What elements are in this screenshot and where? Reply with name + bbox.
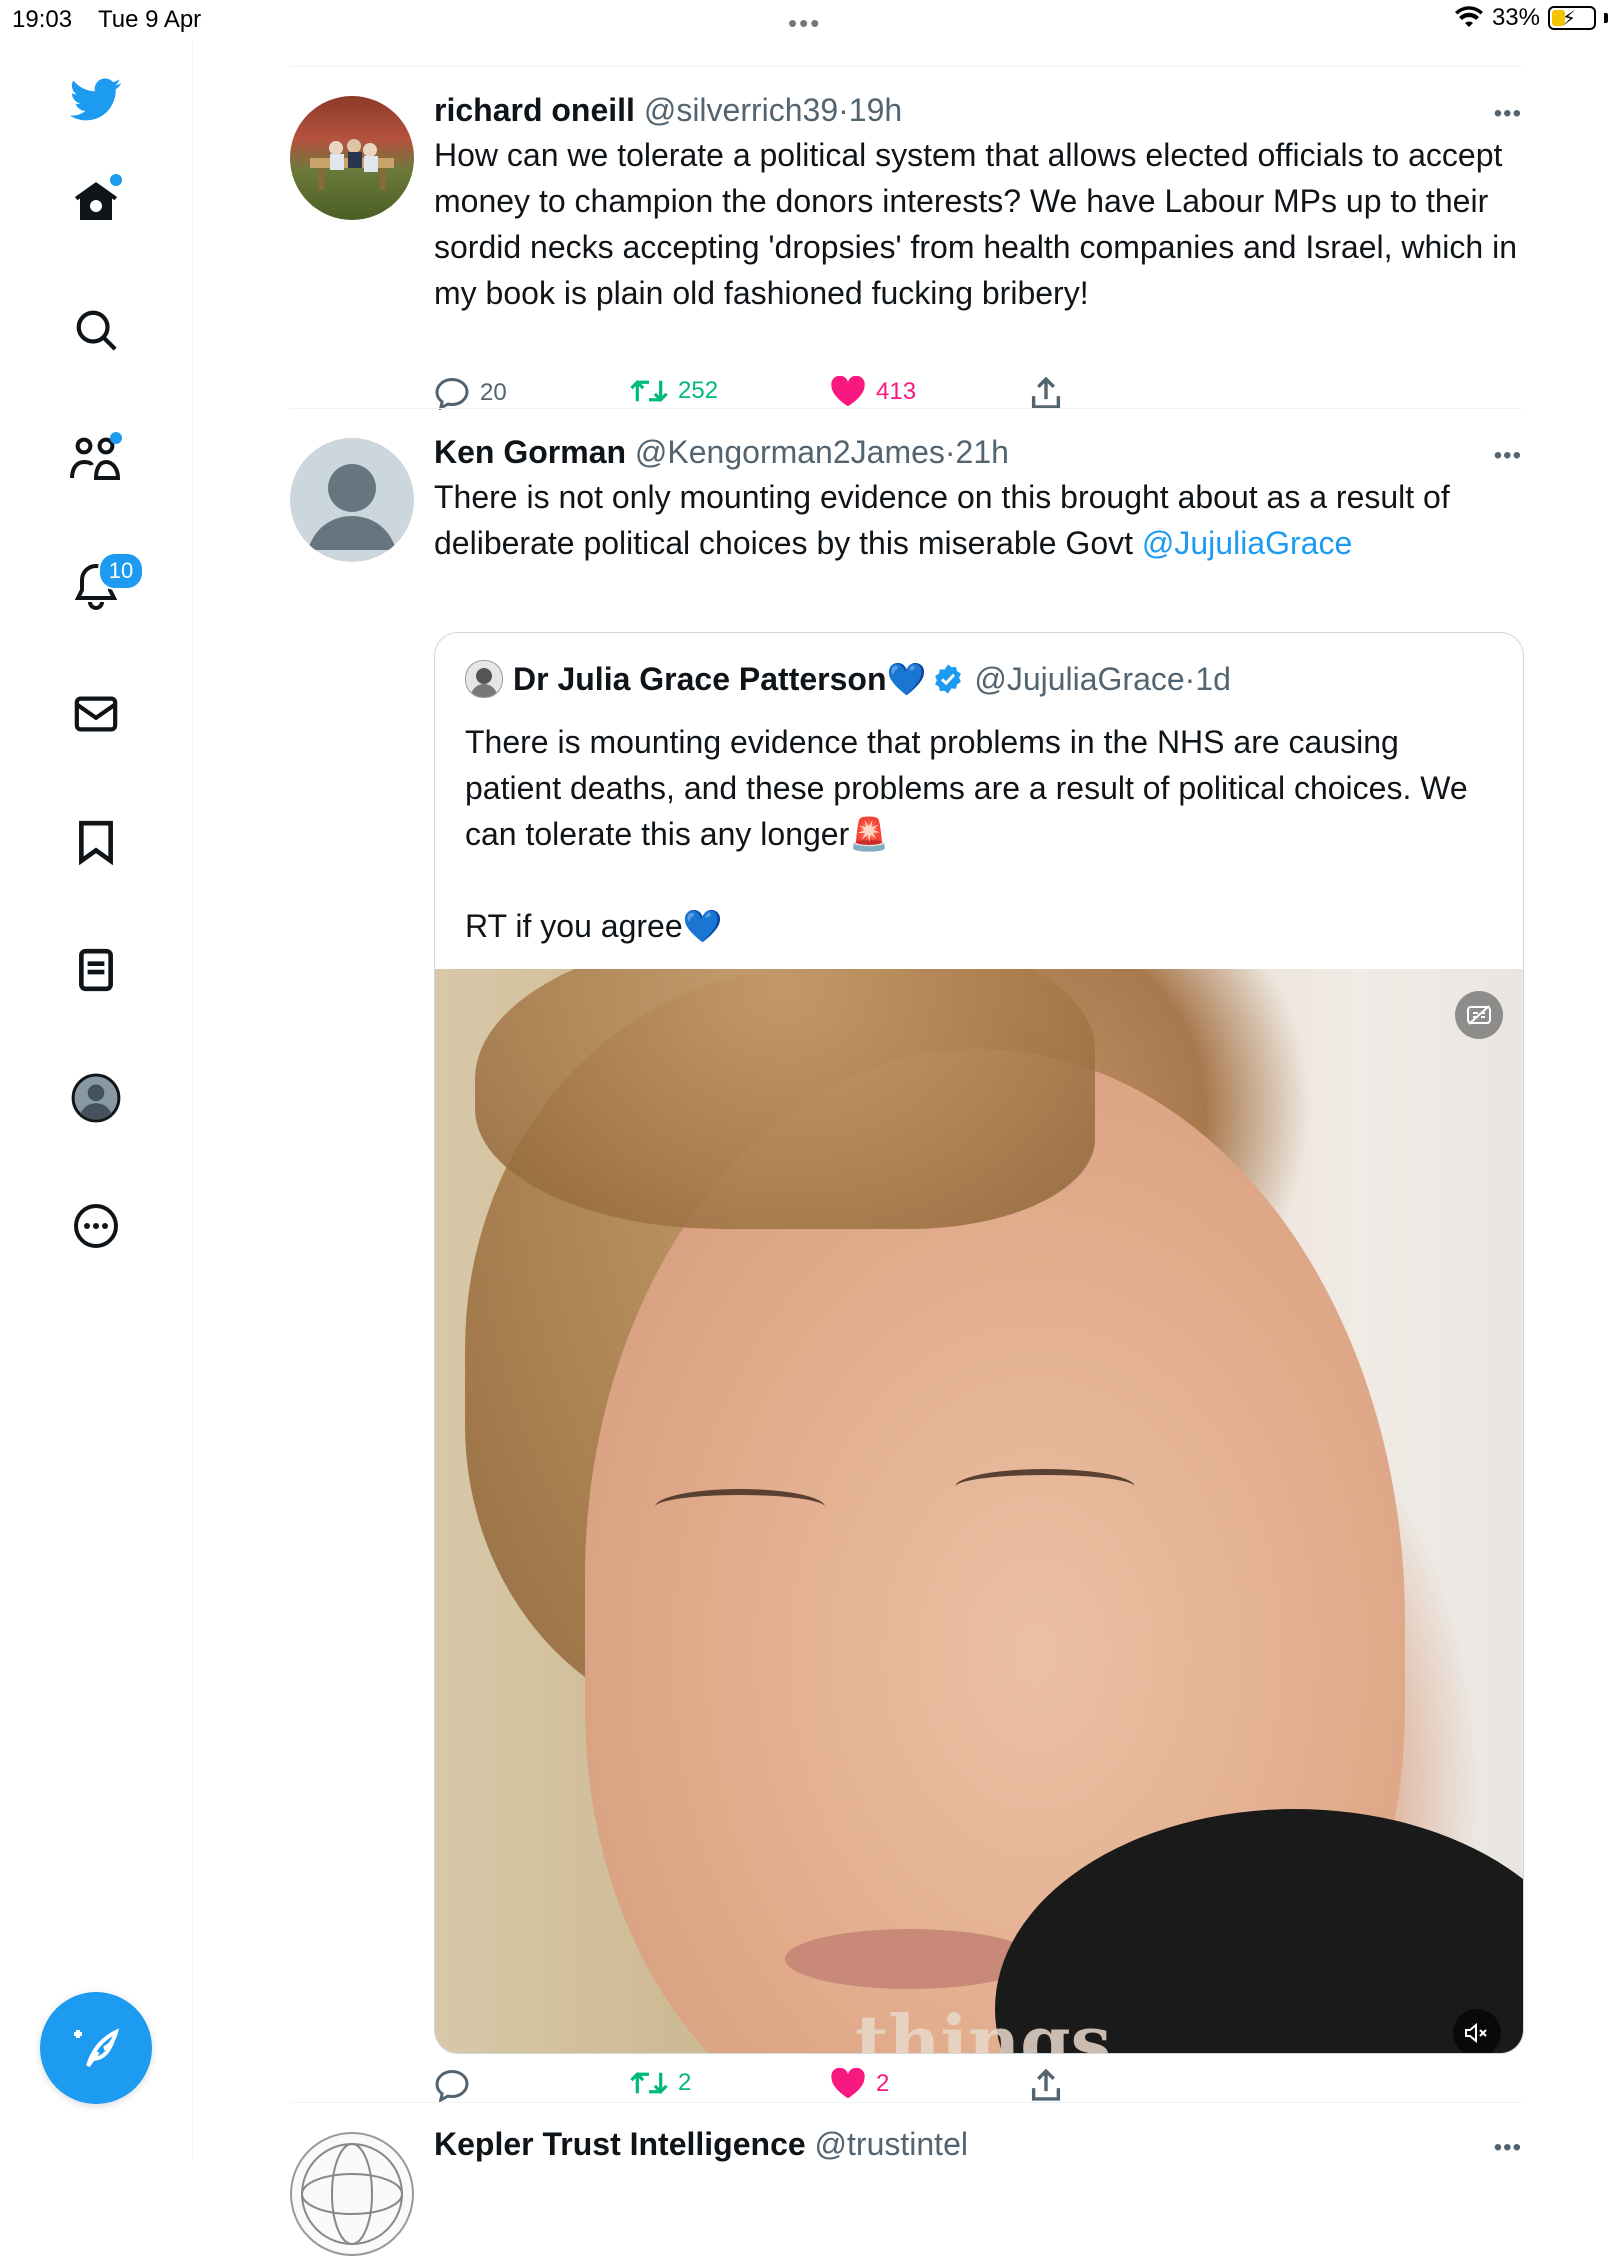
tweet-text: How can we tolerate a political system t… (434, 137, 1517, 311)
lists-icon[interactable] (64, 938, 128, 1002)
retweet-button[interactable]: 2 (630, 2068, 691, 2098)
muted-speaker-icon (1465, 2022, 1487, 2044)
messages-icon[interactable] (64, 682, 128, 746)
author-name[interactable]: Kepler Trust Intelligence (434, 2126, 806, 2162)
tweet-actions: 20 252 413 (434, 376, 1522, 420)
battery-icon: ⚡ (1548, 6, 1596, 30)
avatar[interactable] (290, 96, 414, 220)
communities-icon[interactable] (64, 426, 128, 490)
quote-text-paragraph: RT if you agree💙 (465, 908, 723, 944)
multitasking-dots[interactable]: ••• (788, 8, 821, 39)
compose-tweet-icon (74, 2028, 119, 2068)
tweet-header: Kepler Trust Intelligence @trustintel (434, 2124, 1522, 2164)
notifications-badge: 10 (98, 552, 144, 590)
tweet-more-button[interactable]: ••• (1494, 100, 1522, 128)
quote-text: There is mounting evidence that problems… (465, 719, 1493, 949)
verified-badge-icon (935, 664, 962, 694)
compose-tweet-button[interactable] (40, 1992, 152, 2104)
reply-icon (435, 2069, 469, 2102)
tweet-actions: 2 2 (434, 2068, 1522, 2112)
reply-button[interactable] (434, 2068, 480, 2102)
tweet-text: There is not only mounting evidence on t… (434, 474, 1522, 566)
status-bar: 19:03 Tue 9 Apr ••• 33% ⚡ (0, 0, 1620, 40)
status-date: Tue 9 Apr (98, 6, 202, 33)
video-player[interactable]: things (435, 969, 1523, 2053)
separator: · (838, 92, 849, 128)
separator: · (1184, 661, 1196, 697)
reply-count: 20 (480, 379, 507, 406)
more-icon[interactable] (64, 1194, 128, 1258)
heart-icon (831, 376, 865, 407)
like-button[interactable]: 2 (830, 2068, 889, 2100)
tweet[interactable]: Kepler Trust Intelligence @trustintel ••… (290, 2124, 1522, 2256)
avatar[interactable] (290, 2132, 414, 2256)
quote-author-name[interactable]: Dr Julia Grace Patterson💙 (513, 659, 926, 699)
reply-icon (435, 377, 469, 410)
retweet-count: 252 (678, 377, 719, 404)
tweet-more-button[interactable]: ••• (1494, 2134, 1522, 2162)
reply-button[interactable]: 20 (434, 376, 507, 410)
avatar[interactable] (290, 438, 414, 562)
author-handle[interactable]: @Kengorman2James (635, 434, 945, 470)
avatar[interactable] (465, 660, 503, 698)
captions-off-icon (1467, 1005, 1491, 1025)
tweet-divider (290, 2102, 1522, 2103)
heart-icon (831, 2068, 865, 2099)
mute-button[interactable] (1453, 2009, 1501, 2053)
author-handle[interactable]: @silverrich39 (644, 92, 838, 128)
tweet-header: richard oneill @silverrich39·19h (434, 90, 1522, 130)
video-caption: things (855, 1999, 1112, 2053)
author-name[interactable]: richard oneill (434, 92, 635, 128)
retweet-count: 2 (678, 2069, 692, 2096)
status-right: 33% ⚡ (1454, 4, 1608, 32)
bookmarks-icon[interactable] (64, 810, 128, 874)
retweet-icon (630, 379, 668, 403)
share-icon (1031, 2068, 1061, 2101)
like-button[interactable]: 413 (830, 376, 916, 408)
author-handle[interactable]: @trustintel (815, 2126, 968, 2162)
feed-top-divider (290, 66, 1522, 67)
tweet-time[interactable]: 21h (956, 434, 1009, 470)
retweet-icon (630, 2071, 668, 2095)
quote-text-paragraph: There is mounting evidence that problems… (465, 724, 1468, 852)
home-icon[interactable] (64, 170, 128, 234)
quote-author-handle[interactable]: @JujuliaGrace (974, 659, 1184, 699)
quoted-tweet[interactable]: Dr Julia Grace Patterson💙 @JujuliaGrace ·… (434, 632, 1524, 2054)
twitter-logo-icon[interactable] (64, 68, 128, 132)
author-name[interactable]: Ken Gorman (434, 434, 626, 470)
tweet-more-button[interactable]: ••• (1494, 442, 1522, 470)
like-count: 413 (876, 378, 917, 405)
battery-percent: 33% (1491, 4, 1540, 31)
separator: · (944, 434, 956, 470)
tweet-time[interactable]: 19h (849, 92, 902, 128)
tweet-header: Ken Gorman @Kengorman2James·21h (434, 432, 1522, 472)
quote-header: Dr Julia Grace Patterson💙 @JujuliaGrace ·… (465, 659, 1231, 699)
retweet-button[interactable]: 252 (630, 376, 718, 406)
tweet-divider (290, 408, 1522, 409)
share-button[interactable] (1030, 376, 1062, 410)
profile-icon[interactable] (64, 1066, 128, 1130)
share-button[interactable] (1030, 2068, 1062, 2102)
quote-time[interactable]: 1d (1195, 659, 1231, 699)
search-icon[interactable] (64, 298, 128, 362)
wifi-icon (1454, 6, 1483, 27)
share-icon (1031, 376, 1061, 409)
like-count: 2 (876, 2070, 890, 2097)
sidebar: 10 (0, 40, 193, 2160)
status-time: 19:03 (12, 6, 73, 33)
captions-button[interactable] (1455, 991, 1503, 1039)
mention-link[interactable]: @JujuliaGrace (1142, 525, 1352, 561)
